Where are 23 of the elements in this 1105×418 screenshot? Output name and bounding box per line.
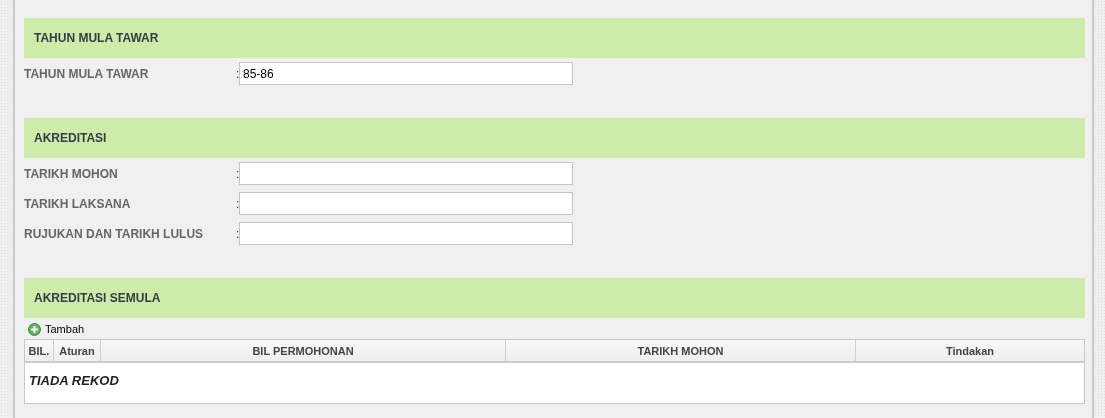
colon: : bbox=[236, 196, 239, 211]
field-label: TARIKH LAKSANA bbox=[24, 196, 132, 211]
input-field[interactable]: 85-86 bbox=[239, 62, 573, 85]
section-header: TAHUN MULA TAWAR bbox=[24, 18, 1085, 58]
section-header: AKREDITASI SEMULA bbox=[24, 278, 1085, 318]
empty-message: TIADA REKOD bbox=[29, 373, 119, 388]
input-field[interactable] bbox=[239, 222, 573, 245]
section-header: AKREDITASI bbox=[24, 118, 1085, 158]
field-label: TARIKH MOHON bbox=[24, 166, 119, 181]
column-header: BIL. bbox=[25, 340, 54, 361]
colon: : bbox=[236, 66, 239, 81]
column-header: BIL PERMOHONAN bbox=[101, 340, 506, 361]
add-button[interactable]: Tambah bbox=[24, 321, 85, 337]
column-header: Tindakan bbox=[944, 343, 996, 359]
field-label: RUJUKAN DAN TARIKH LULUS bbox=[24, 226, 205, 241]
colon: : bbox=[236, 226, 239, 241]
column-header: TARIKH MOHON bbox=[506, 340, 856, 361]
colon: : bbox=[236, 166, 239, 181]
column-header: Aturan bbox=[54, 340, 101, 361]
input-field[interactable] bbox=[239, 162, 573, 185]
plus-icon bbox=[28, 322, 41, 336]
field-label: TAHUN MULA TAWAR bbox=[24, 66, 150, 81]
input-field[interactable] bbox=[239, 192, 573, 215]
